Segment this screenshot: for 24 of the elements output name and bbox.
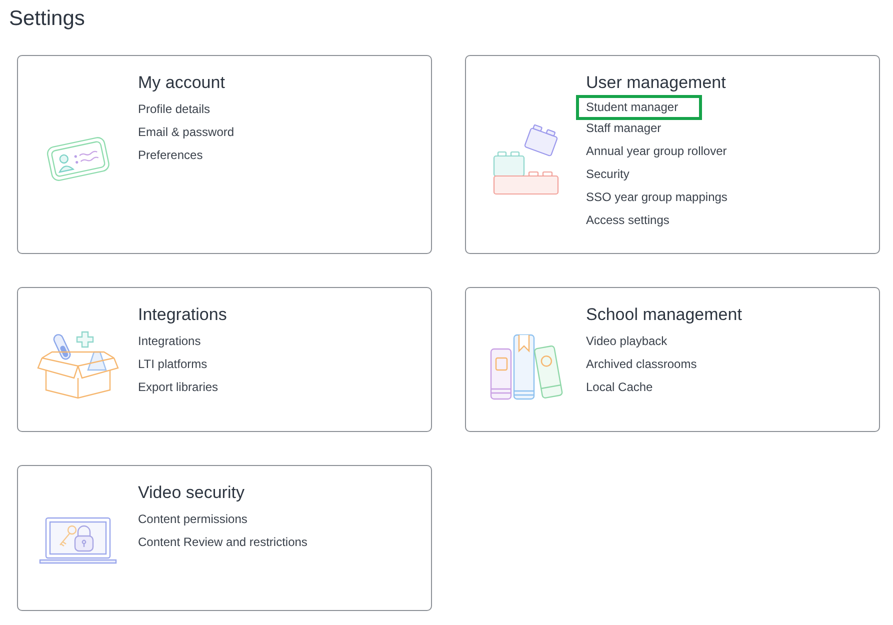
settings-link[interactable]: Video playback (586, 330, 668, 353)
card-heading: User management (586, 72, 726, 94)
settings-link[interactable]: Content Review and restrictions (138, 531, 308, 554)
card-heading: Integrations (138, 304, 227, 326)
settings-link[interactable]: SSO year group mappings (586, 186, 728, 209)
settings-link[interactable]: Preferences (138, 144, 203, 167)
settings-link[interactable]: Export libraries (138, 376, 218, 399)
settings-link[interactable]: Local Cache (586, 376, 653, 399)
card-heading: Video security (138, 482, 244, 504)
settings-link[interactable]: Content permissions (138, 508, 248, 531)
settings-link[interactable]: Access settings (586, 209, 670, 232)
settings-link[interactable]: Annual year group rollover (586, 140, 727, 163)
page-title: Settings (9, 6, 86, 32)
card-heading: My account (138, 72, 225, 94)
settings-link[interactable]: Staff manager (586, 117, 662, 140)
settings-link[interactable]: Archived classrooms (586, 353, 697, 376)
settings-link[interactable]: Email & password (138, 121, 234, 144)
settings-link[interactable]: LTI platforms (138, 353, 208, 376)
settings-link[interactable]: Student manager (576, 95, 702, 120)
card-heading: School management (586, 304, 742, 326)
settings-link[interactable]: Security (586, 163, 630, 186)
settings-link[interactable]: Integrations (138, 330, 201, 353)
settings-link[interactable]: Profile details (138, 98, 210, 121)
laptop-icon (38, 516, 118, 566)
